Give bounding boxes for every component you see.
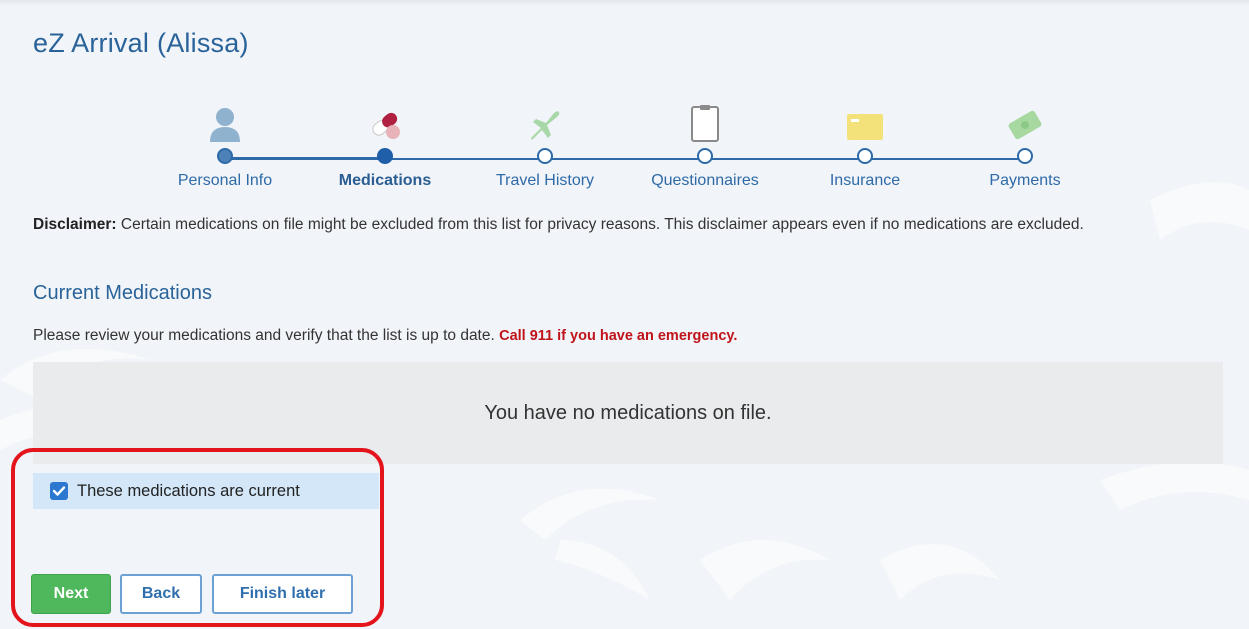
empty-message: You have no medications on file. (484, 401, 772, 424)
clipboard-icon (691, 105, 719, 142)
money-icon (1008, 110, 1042, 140)
top-shadow (0, 0, 1249, 6)
step-dot (697, 148, 713, 164)
step-dot (1017, 148, 1033, 164)
medications-current-label: These medications are current (77, 481, 300, 500)
step-label: Travel History (495, 172, 595, 189)
current-medications-heading: Current Medications (33, 282, 212, 304)
step-label: Questionnaires (651, 172, 759, 189)
progress-stepper: Personal Info Medications Travel History (150, 100, 1110, 200)
medications-current-confirm[interactable]: These medications are current (33, 473, 379, 509)
step-dot (857, 148, 873, 164)
step-label: Insurance (829, 172, 901, 189)
app-title: eZ Arrival (33, 28, 150, 58)
step-label: Payments (989, 172, 1061, 189)
step-dot (217, 148, 233, 164)
step-label: Medications (338, 172, 432, 189)
disclaimer: Disclaimer: Certain medications on file … (33, 213, 1223, 237)
step-insurance[interactable]: Insurance (790, 100, 940, 190)
step-dot (537, 148, 553, 164)
back-button[interactable]: Back (120, 574, 202, 614)
step-payments[interactable]: Payments (950, 100, 1100, 190)
medications-list-empty: You have no medications on file. (33, 362, 1223, 464)
next-button[interactable]: Next (31, 574, 111, 614)
patient-name: (Alissa) (157, 28, 249, 58)
step-travel-history[interactable]: Travel History (470, 100, 620, 190)
background-palm-pattern (0, 182, 1249, 600)
page-title: eZ Arrival (Alissa) (33, 28, 249, 59)
checkmark-icon (52, 486, 66, 496)
step-questionnaires[interactable]: Questionnaires (630, 100, 780, 190)
airplane-icon (531, 111, 560, 140)
step-personal-info[interactable]: Personal Info (150, 100, 300, 190)
disclaimer-text: Certain medications on file might be exc… (116, 216, 1084, 233)
insurance-card-icon (847, 114, 883, 140)
step-dot (377, 148, 393, 164)
step-medications[interactable]: Medications (310, 100, 460, 190)
person-icon (210, 108, 240, 142)
pill-icon (372, 112, 400, 139)
emergency-notice: Call 911 if you have an emergency. (499, 328, 738, 344)
step-label: Personal Info (177, 172, 273, 189)
medications-current-checkbox[interactable] (50, 482, 68, 500)
instructions-text: Please review your medications and verif… (33, 327, 500, 344)
instructions: Please review your medications and verif… (33, 327, 737, 345)
disclaimer-label: Disclaimer: (33, 216, 117, 233)
finish-later-button[interactable]: Finish later (212, 574, 353, 614)
